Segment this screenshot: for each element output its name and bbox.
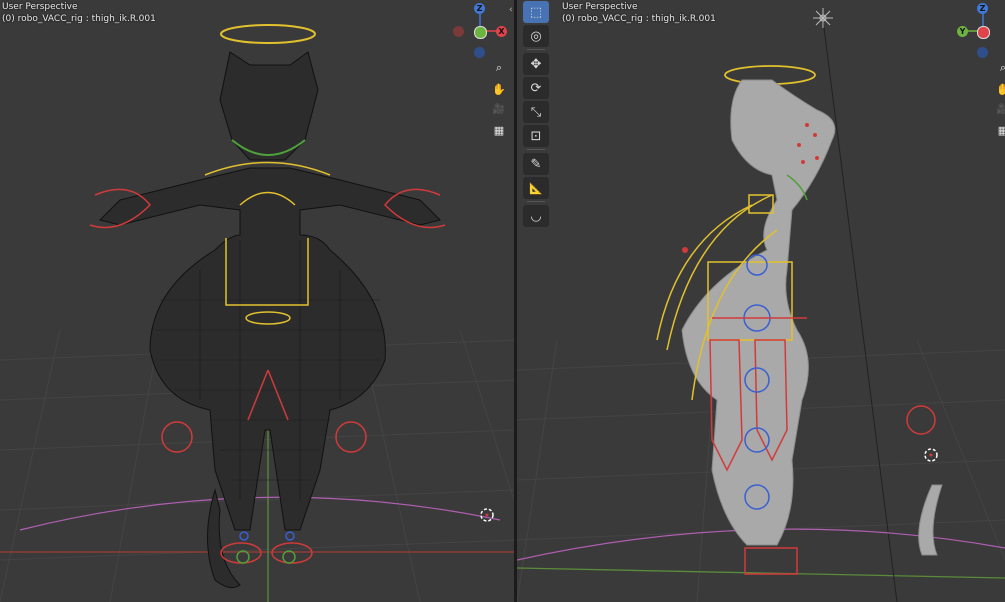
move-icon[interactable]: ✥: [523, 53, 549, 75]
gizmo-y-axis[interactable]: Y: [957, 26, 968, 37]
hand-pan-icon[interactable]: ✋: [994, 80, 1005, 98]
gizmo-z-axis[interactable]: Z: [474, 3, 485, 14]
left-viewport-canvas[interactable]: [0, 0, 514, 602]
3d-cursor-center: [929, 453, 933, 457]
gizmo-z-axis[interactable]: Z: [977, 3, 988, 14]
view-title: User Perspective: [562, 2, 638, 12]
rotate-icon[interactable]: ⟳: [523, 77, 549, 99]
active-object-label: (0) robo_VACC_rig : thigh_ik.R.001: [562, 14, 716, 24]
view-title: User Perspective: [2, 2, 78, 12]
navigation-gizmo-left[interactable]: Z X: [450, 0, 510, 60]
light-object[interactable]: [813, 8, 833, 28]
root-bone-circle: [19, 496, 501, 531]
gizmo-neg-x-axis[interactable]: [453, 26, 464, 37]
right-viewport-canvas[interactable]: [517, 0, 1005, 602]
tool-separator: [527, 201, 545, 202]
scale-icon[interactable]: ⤡: [523, 101, 549, 123]
gizmo-neg-z-axis[interactable]: [977, 47, 988, 58]
active-object-label: (0) robo_VACC_rig : thigh_ik.R.001: [2, 14, 156, 24]
gizmo-neg-z-axis[interactable]: [474, 47, 485, 58]
camera-icon[interactable]: 🎥: [490, 100, 508, 118]
character-mesh[interactable]: [99, 51, 441, 589]
tool-separator: [527, 149, 545, 150]
gizmo-y-axis[interactable]: [474, 26, 487, 39]
gizmo-x-axis[interactable]: X: [496, 26, 507, 37]
z-axis-line: [822, 19, 898, 602]
transform-icon[interactable]: ⊡: [523, 125, 549, 147]
select-box-icon[interactable]: ⬚: [523, 1, 549, 23]
navigation-gizmo-right[interactable]: Z Y: [953, 0, 1005, 60]
grid-ortho-icon[interactable]: ▦: [994, 121, 1005, 139]
measure-icon[interactable]: 📐: [523, 177, 549, 199]
left-3d-viewport[interactable]: User Perspective (0) robo_VACC_rig : thi…: [0, 0, 514, 602]
bone-roll-icon[interactable]: ◡: [523, 205, 549, 227]
3d-cursor-center: [485, 513, 489, 517]
zoom-icon[interactable]: ⌕: [490, 59, 508, 77]
halo-bone[interactable]: [220, 24, 316, 44]
hand-pan-icon[interactable]: ✋: [490, 80, 508, 98]
grid-ortho-icon[interactable]: ▦: [490, 121, 508, 139]
annotate-icon[interactable]: ✎: [523, 153, 549, 175]
zoom-icon[interactable]: ⌕: [994, 59, 1005, 77]
cursor-icon[interactable]: ◎: [523, 25, 549, 47]
y-axis-line: [517, 567, 1005, 579]
gizmo-x-axis[interactable]: [977, 26, 990, 39]
collapse-sidebar-icon[interactable]: ‹: [509, 5, 513, 15]
right-3d-viewport[interactable]: User Perspective (0) robo_VACC_rig : thi…: [517, 0, 1005, 602]
viewport-header-right: User Perspective (0) robo_VACC_rig : thi…: [562, 1, 716, 25]
tool-separator: [527, 49, 545, 50]
viewport-header-left: User Perspective (0) robo_VACC_rig : thi…: [2, 1, 156, 25]
camera-icon[interactable]: 🎥: [994, 100, 1005, 118]
